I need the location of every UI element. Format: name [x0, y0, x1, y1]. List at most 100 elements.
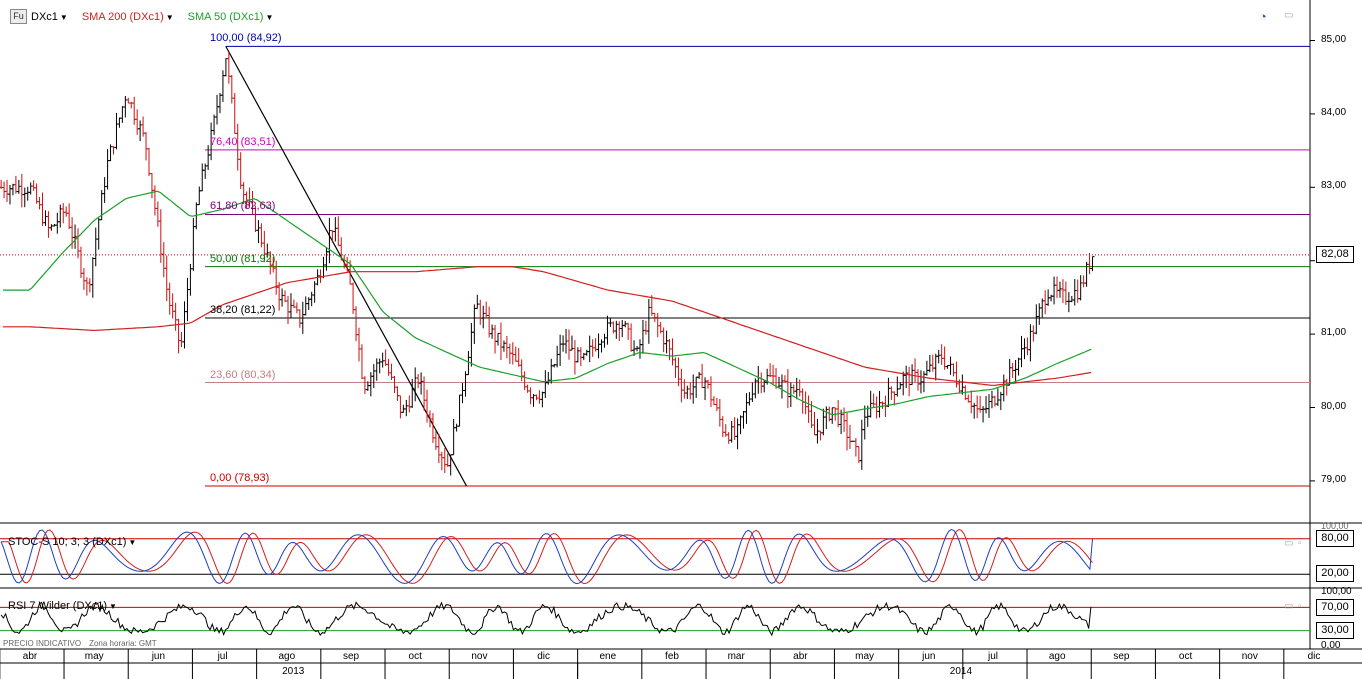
ohlc-bar [596, 333, 601, 359]
ohlc-bar [756, 365, 761, 394]
ohlc-bar [96, 218, 101, 250]
ohlc-bar [519, 359, 524, 381]
ohlc-bar [895, 376, 900, 397]
ohlc-bar [132, 96, 137, 125]
sma200-line [3, 266, 1092, 386]
ohlc-bar [220, 70, 225, 102]
ohlc-bar [28, 182, 33, 195]
ohlc-bar [714, 398, 719, 412]
ohlc-bar [120, 106, 125, 123]
ohlc-bar [794, 377, 799, 400]
fib-level-label: 23,60 (80,34) [210, 368, 276, 381]
panel-restore-icon[interactable]: ▭ [1284, 538, 1293, 549]
ohlc-bar [238, 152, 243, 189]
ohlc-bar [144, 132, 149, 161]
ohlc-bar [640, 319, 645, 354]
ohlc-bar [1084, 261, 1089, 287]
month-label: dic [537, 651, 550, 662]
ohlc-bar [700, 363, 705, 388]
month-label: jun [151, 651, 166, 662]
ohlc-bar [487, 306, 492, 338]
ohlc-bar [37, 196, 42, 210]
ohlc-bar [170, 293, 175, 319]
ohlc-bar [1066, 292, 1071, 313]
ohlc-bar [812, 411, 817, 436]
ohlc-bar [531, 394, 536, 407]
sma50-selector[interactable]: SMA 50 (DXc1) ▼ [188, 11, 274, 23]
panel-close-icon[interactable]: ▫ [1298, 601, 1302, 612]
ohlc-bar [442, 448, 447, 474]
ohlc-bar [1057, 281, 1062, 298]
month-label: may [855, 651, 875, 662]
ohlc-bar [286, 295, 291, 325]
ohlc-bar [960, 374, 965, 395]
ohlc-bar [951, 363, 956, 377]
ohlc-bar [303, 296, 308, 316]
rsi-label: RSI 7 Wilder (DXc1) [8, 600, 108, 612]
ohlc-bar [383, 349, 388, 366]
ohlc-bar [5, 179, 10, 202]
ohlc-bar [871, 393, 876, 407]
ohlc-bar [191, 217, 196, 271]
ohlc-bar [457, 394, 462, 427]
sma200-selector[interactable]: SMA 200 (DXc1) ▼ [82, 11, 174, 23]
ohlc-bar [472, 304, 477, 344]
main-panel-header: Fu DXc1 ▼ SMA 200 (DXc1) ▼ SMA 50 (DXc1) ▼ [10, 9, 273, 24]
fib-level-label: 50,00 (81,92) [210, 252, 276, 265]
ohlc-bar [661, 327, 666, 353]
ohlc-bar [791, 384, 796, 395]
ohlc-bar [655, 313, 660, 338]
ohlc-bar [123, 96, 128, 118]
ohlc-bar [1019, 335, 1024, 368]
ohlc-bar [1072, 279, 1077, 306]
ohlc-bar [161, 242, 166, 278]
ohlc-bar [377, 358, 382, 374]
price-chart[interactable] [0, 0, 1362, 679]
ohlc-bar [1004, 378, 1009, 396]
ohlc-bar [1007, 358, 1012, 386]
ohlc-bar [1081, 275, 1086, 288]
ohlc-bar [380, 352, 385, 368]
ohlc-bar [25, 186, 30, 201]
ohlc-bar [138, 120, 143, 142]
ohlc-bar [626, 322, 631, 340]
sma200-label: SMA 200 (DXc1) [81, 10, 164, 23]
ohlc-bar [64, 206, 69, 217]
month-label: jul [217, 651, 228, 662]
symbol-selector[interactable]: DXc1 ▼ [31, 11, 68, 23]
ohlc-bar [439, 451, 444, 471]
ohlc-bar [892, 391, 897, 406]
ohlc-bar [76, 228, 81, 259]
ohlc-bar [877, 390, 882, 418]
ohlc-bar [688, 382, 693, 400]
ohlc-bar [448, 454, 453, 476]
panel-close-icon[interactable]: ▫ [1298, 538, 1302, 549]
ohlc-bar [58, 204, 63, 228]
panel-restore-icon[interactable]: ▭ [1284, 10, 1293, 21]
ohlc-bar [324, 247, 329, 271]
ohlc-bar [566, 329, 571, 360]
ohlc-bar [646, 299, 651, 344]
ohlc-bar [930, 354, 935, 372]
pie-chart-icon[interactable]: ◔ [1259, 9, 1267, 24]
ohlc-bar [992, 395, 997, 407]
ohlc-bar [614, 320, 619, 339]
ohlc-bar [404, 399, 409, 417]
ohlc-bar [333, 217, 338, 242]
ohlc-bar [924, 360, 929, 376]
ohlc-bar [31, 180, 36, 191]
ohlc-bar [679, 368, 684, 403]
ohlc-bar [744, 393, 749, 424]
ohlc-bar [1037, 303, 1042, 325]
panel-restore-icon[interactable]: ▭ [1284, 601, 1293, 612]
ohlc-bar [913, 358, 918, 383]
ohlc-bar [371, 364, 376, 389]
ohlc-bar [561, 335, 566, 352]
ohlc-bar [498, 322, 503, 361]
ohlc-bar [280, 288, 285, 307]
ohlc-bar [105, 149, 110, 190]
stoch-selector[interactable]: STOC-S 10; 3; 3 (DXc1) ▼ [8, 536, 136, 548]
rsi-selector[interactable]: RSI 7 Wilder (DXc1) ▼ [8, 600, 117, 612]
ohlc-bar [726, 432, 731, 444]
ohlc-bar [584, 349, 589, 356]
